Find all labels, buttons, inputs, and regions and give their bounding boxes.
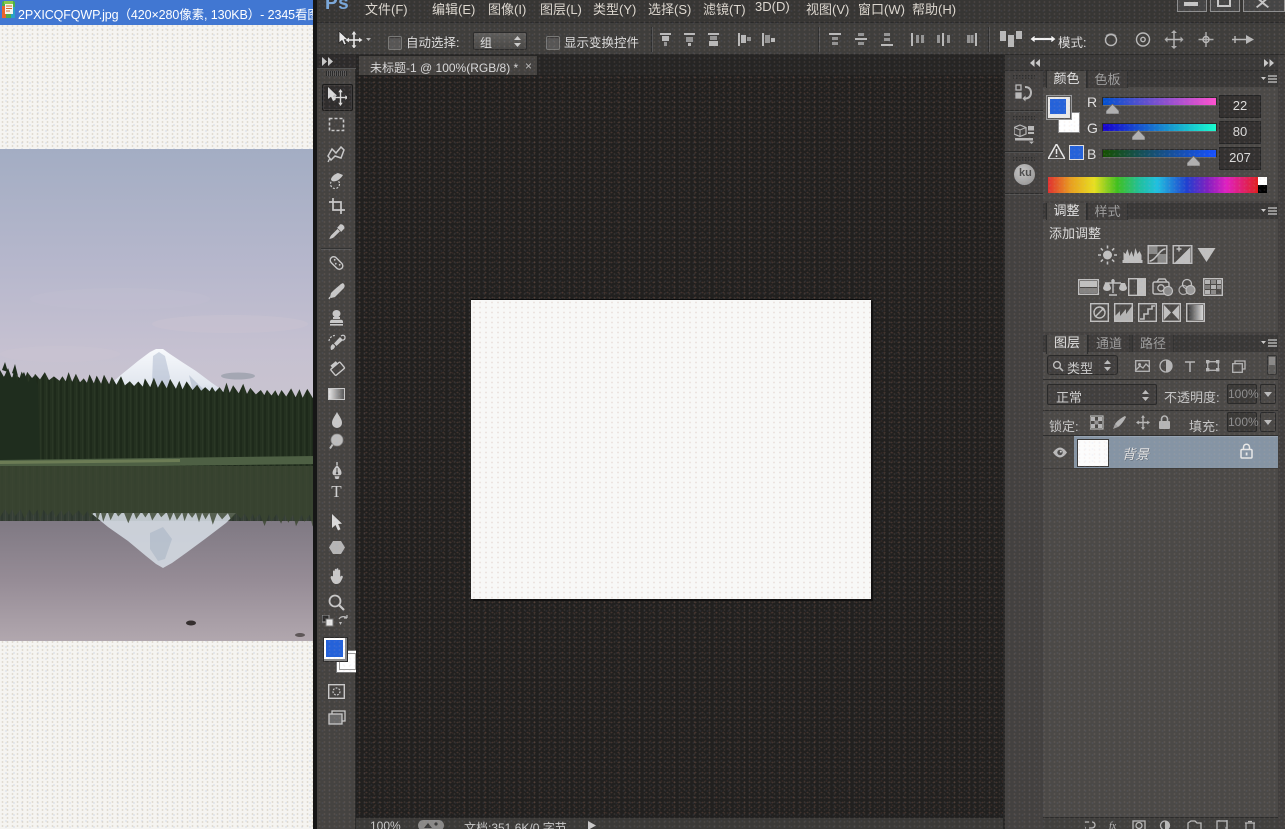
svg-text:fx: fx bbox=[1109, 821, 1117, 829]
